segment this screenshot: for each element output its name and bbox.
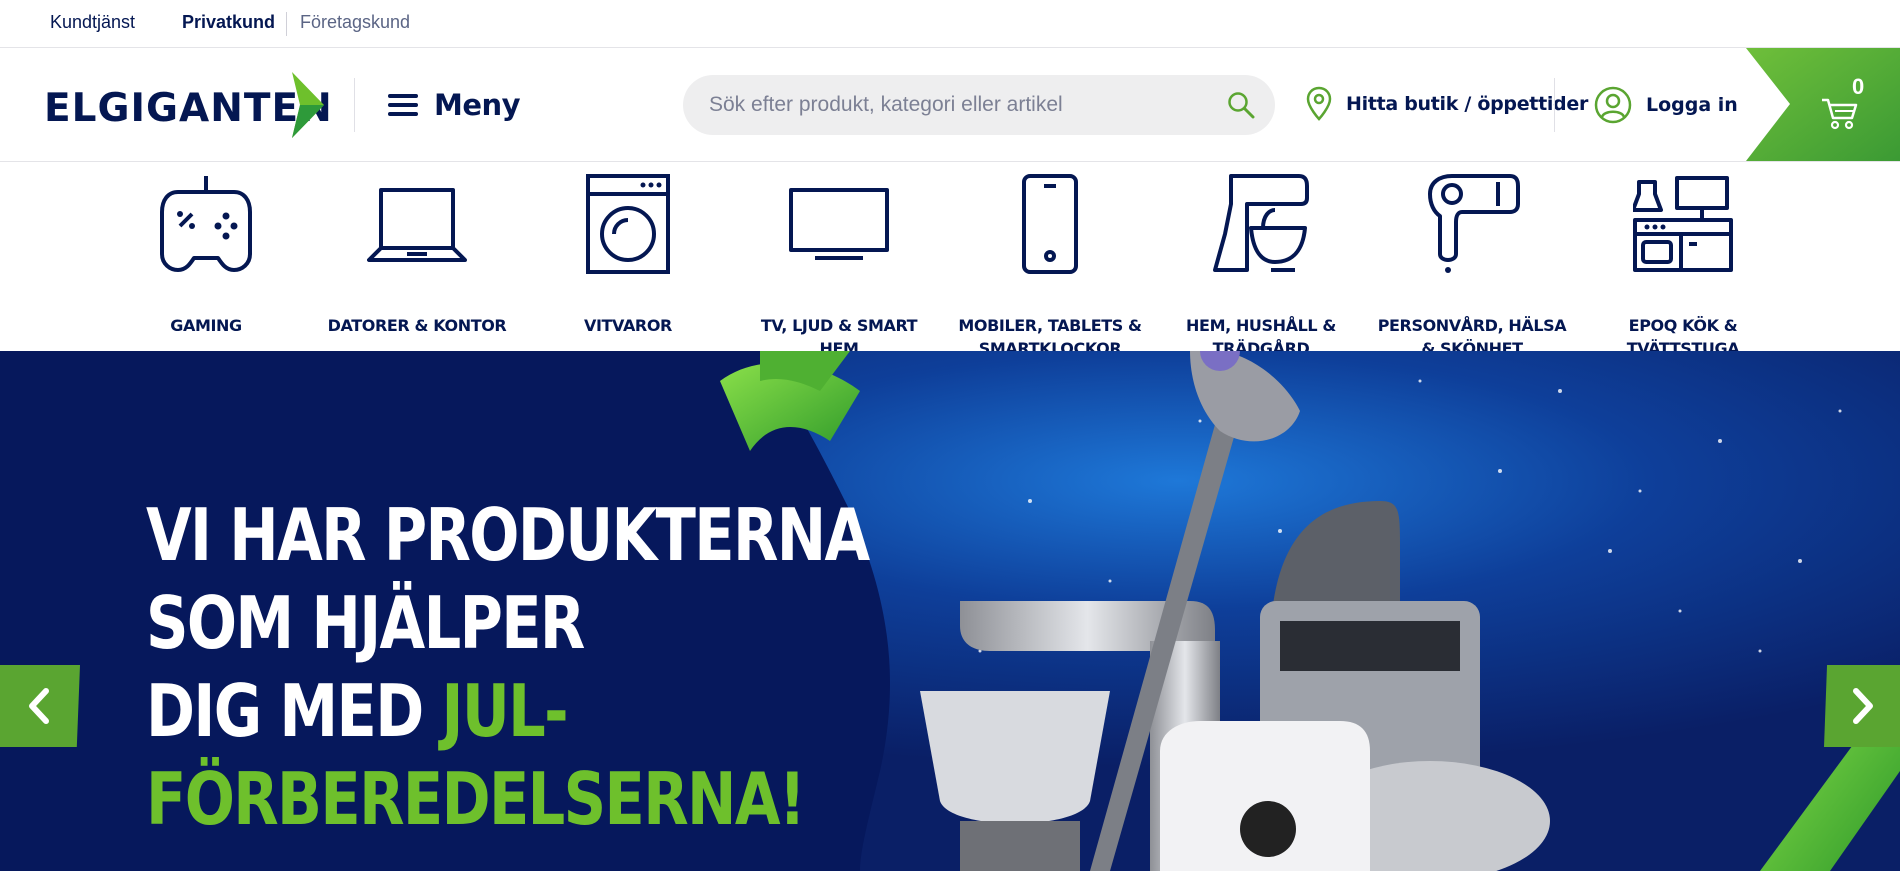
hero-banner[interactable]: VI HAR PRODUKTERNA SOM HJÄLPER DIG MED J… [0, 351, 1900, 871]
business-customer-link[interactable]: Företagskund [300, 12, 410, 33]
hero-headline: VI HAR PRODUKTERNA SOM HJÄLPER DIG MED J… [146, 491, 870, 843]
divider [1554, 78, 1555, 132]
divider [286, 12, 287, 36]
headline-highlight: JUL- [441, 669, 569, 753]
location-pin-icon [1306, 86, 1332, 121]
carousel-next-button[interactable] [1824, 665, 1900, 747]
menu-label: Meny [434, 88, 521, 122]
headline-text: DIG MED [146, 669, 442, 753]
tv-icon [789, 188, 889, 260]
divider [354, 78, 355, 132]
login-label: Logga in [1646, 94, 1738, 116]
hair-dryer-icon [1428, 174, 1520, 273]
chevron-right-icon [1853, 688, 1873, 724]
category-white-goods[interactable]: VITVAROR [528, 172, 728, 348]
category-label: DATORER & KONTOR [327, 316, 507, 335]
stand-mixer-icon [1213, 174, 1309, 272]
shopping-cart-icon [1822, 98, 1858, 130]
search-icon[interactable] [1227, 91, 1255, 119]
private-customer-link[interactable]: Privatkund [182, 12, 275, 33]
smartphone-icon [1022, 174, 1078, 274]
logo-chevron-icon [292, 72, 324, 138]
customer-service-link[interactable]: Kundtjänst [50, 12, 135, 33]
category-label: GAMING [170, 316, 242, 335]
category-computers-office[interactable]: DATORER & KONTOR [317, 172, 517, 348]
category-home-household-garden[interactable]: HEM, HUSHÅLL & TRÄDGÅRD [1161, 172, 1361, 358]
headline-line: DIG MED JUL- [146, 667, 869, 755]
laptop-icon [367, 188, 467, 262]
category-tv-audio-smarthome[interactable]: TV, LJUD & SMART HEM [739, 172, 939, 358]
washing-machine-icon [586, 174, 670, 274]
cart-button[interactable]: 0 [1746, 48, 1900, 161]
category-label: VITVAROR [584, 316, 672, 335]
headline-line: VI HAR PRODUKTERNA [146, 493, 870, 577]
menu-button[interactable]: Meny [388, 84, 521, 126]
user-icon [1594, 86, 1632, 124]
find-store-link[interactable]: Hitta butik / öppettider [1306, 86, 1588, 122]
headline-line: SOM HJÄLPER [146, 581, 585, 665]
kitchen-icon [1633, 176, 1733, 272]
chevron-left-icon [29, 688, 49, 724]
login-link[interactable]: Logga in [1594, 86, 1738, 124]
headline-line: FÖRBEREDELSERNA! [146, 757, 806, 841]
hamburger-icon [388, 94, 418, 116]
search-box [683, 75, 1275, 135]
category-epoq-kitchen-laundry[interactable]: EPOQ KÖK & TVÄTTSTUGA [1583, 172, 1783, 358]
gamepad-icon [160, 176, 252, 272]
find-store-label: Hitta butik / öppettider [1346, 93, 1589, 115]
category-mobiles-tablets[interactable]: MOBILER, TABLETS & SMARTKLOCKOR [950, 172, 1150, 358]
site-header: ELGIGANTEN Meny Hitta butik / öppettider [0, 48, 1900, 162]
utility-bar: Kundtjänst Privatkund Företagskund [0, 0, 1900, 48]
elgiganten-logo[interactable]: ELGIGANTEN [44, 72, 332, 138]
carousel-prev-button[interactable] [0, 665, 80, 747]
search-input[interactable] [709, 75, 1189, 135]
category-personal-care-health[interactable]: PERSONVÅRD, HÄLSA & SKÖNHET [1372, 172, 1572, 358]
category-gaming[interactable]: GAMING [106, 172, 306, 348]
category-navigation: GAMING DATORER & KONTOR VITVAROR TV, LJU… [0, 162, 1900, 358]
